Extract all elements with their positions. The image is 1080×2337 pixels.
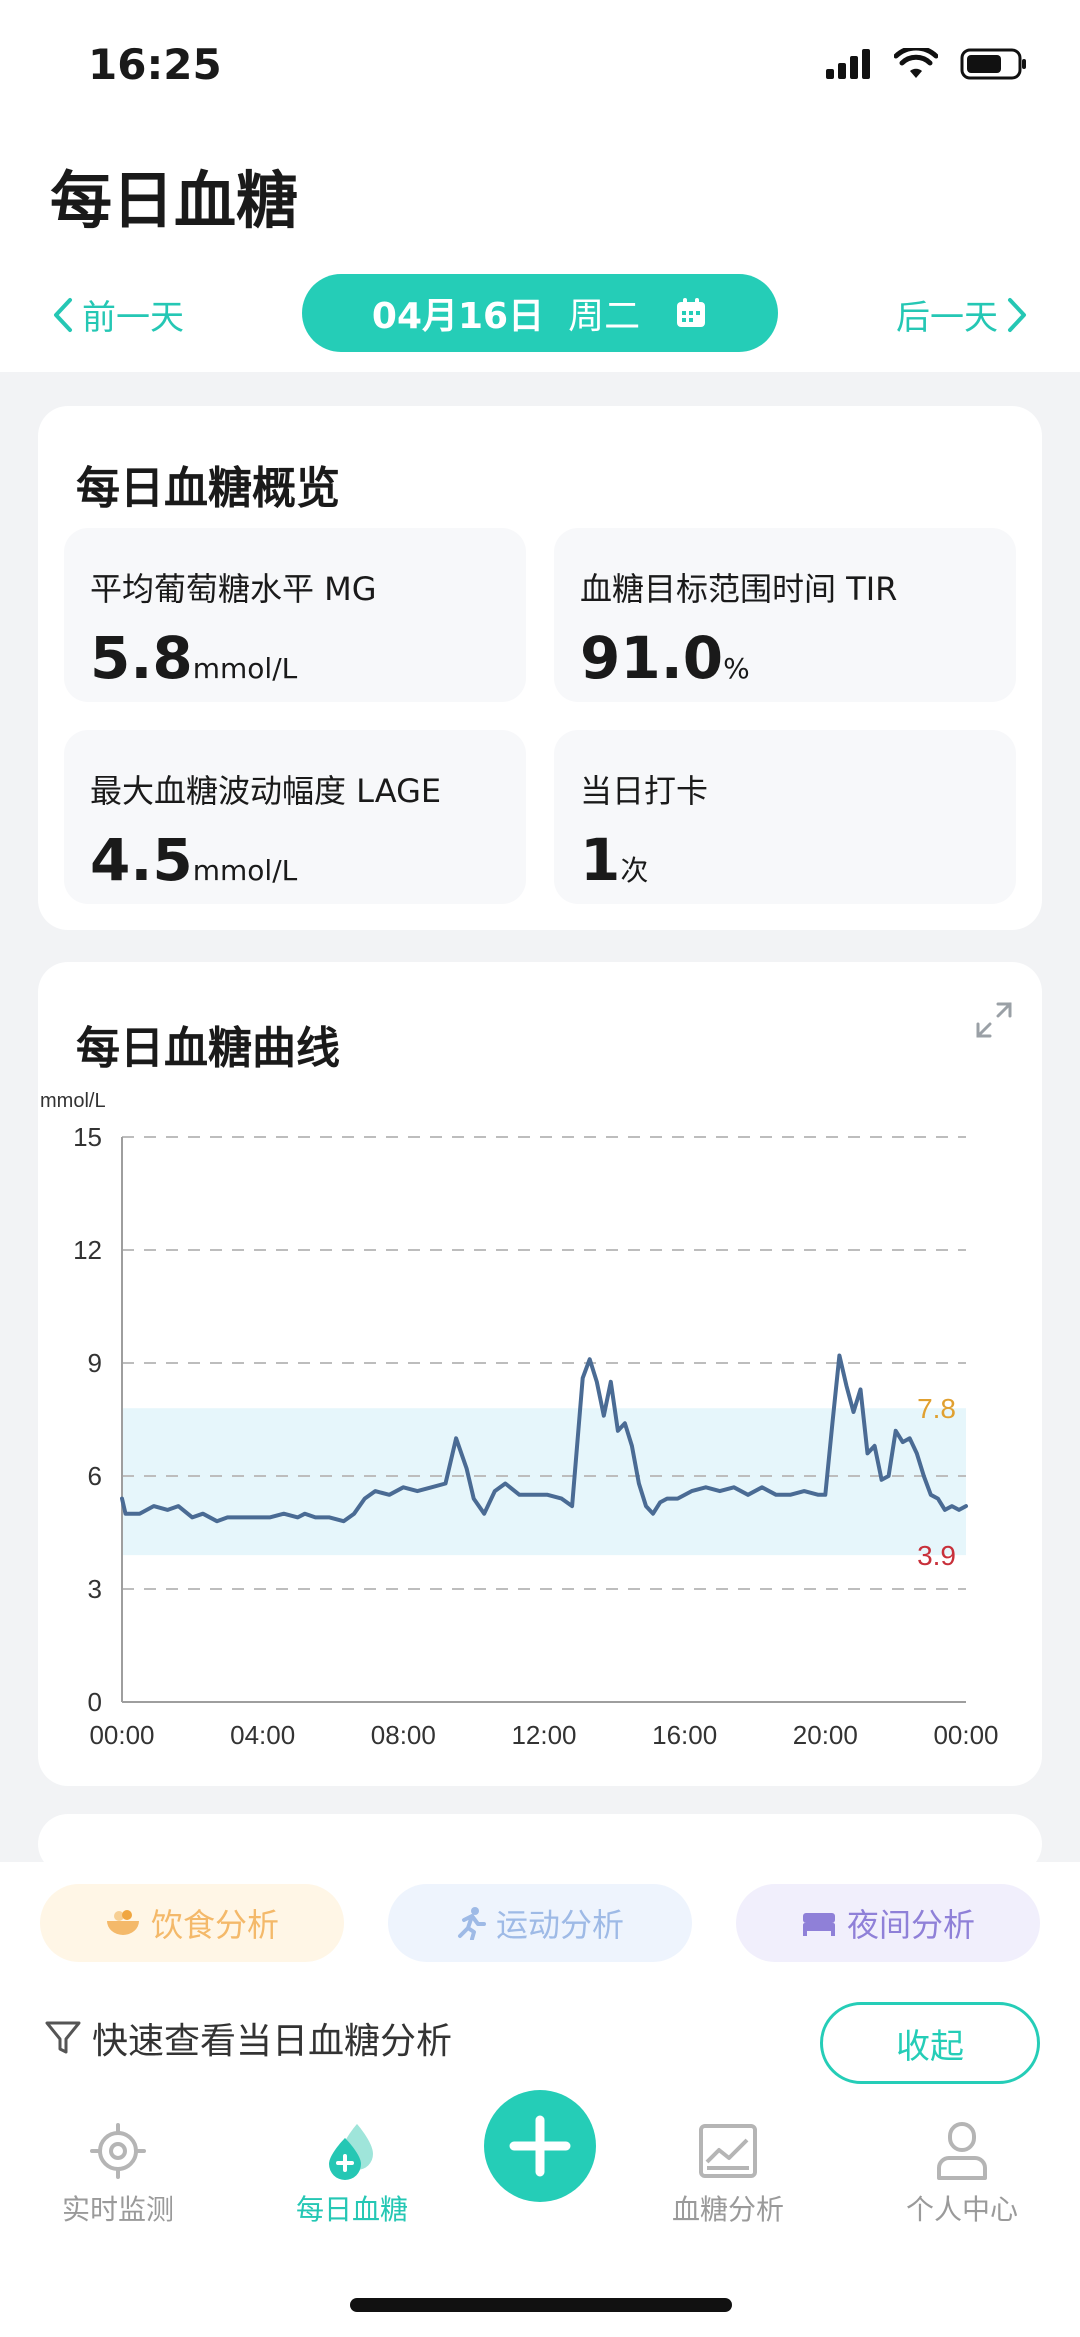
y-tick-label: 3 (88, 1574, 102, 1604)
metric-value: 5.8mmol/L (90, 624, 298, 692)
food-bowl-icon (106, 1910, 139, 1935)
x-tick-label: 04:00 (230, 1720, 295, 1750)
status-icons (826, 48, 1028, 80)
glucose-chart: mmol/L 0 3 6 9 12 15 00:00 04:00 08:00 12:00 16:00 2… (40, 1090, 999, 1750)
y-tick-label: 9 (88, 1348, 102, 1378)
page-title: 每日血糖 (50, 164, 299, 237)
y-tick-label: 6 (88, 1461, 102, 1491)
x-tick-label: 00:00 (933, 1720, 998, 1750)
reference-label: 7.8 (917, 1393, 956, 1424)
target-icon (90, 2123, 146, 2179)
next-day-button[interactable]: 后一天 (896, 290, 1028, 339)
status-time: 16:25 (88, 40, 222, 89)
chevron-left-icon (54, 297, 72, 332)
add-record-button[interactable] (484, 2090, 596, 2202)
metric-value: 91.0% (580, 624, 750, 692)
metric-checkins: 当日打卡 1次 (554, 730, 1016, 904)
quick-view-label: 快速查看当日血糖分析 (92, 2021, 453, 2062)
metric-mean-glucose: 平均葡萄糖水平 MG 5.8mmol/L (64, 528, 526, 702)
x-tick-label: 00:00 (89, 1720, 154, 1750)
bed-icon (802, 1913, 835, 1936)
plus-icon (509, 2115, 571, 2177)
x-tick-label: 20:00 (793, 1720, 858, 1750)
y-tick-label: 12 (73, 1235, 102, 1265)
y-tick-label: 0 (88, 1687, 102, 1717)
y-axis-unit: mmol/L (40, 1090, 106, 1112)
tab-daily-glucose[interactable]: 每日血糖 (244, 2122, 460, 2228)
battery-icon (960, 48, 1026, 80)
y-tick-label: 15 (73, 1122, 102, 1152)
x-tick-label: 12:00 (511, 1720, 576, 1750)
calendar-icon (677, 298, 706, 327)
chevron-right-icon (1008, 297, 1026, 332)
prev-day-button[interactable]: 前一天 (52, 290, 184, 339)
metric-value: 4.5mmol/L (90, 826, 298, 894)
filter-icon (45, 2021, 81, 2054)
user-icon (937, 2122, 987, 2180)
status-bar: 16:25 (0, 0, 1080, 120)
tab-glucose-analysis[interactable]: 血糖分析 (620, 2122, 836, 2228)
metric-label: 平均葡萄糖水平 MG (90, 570, 377, 608)
date-label: 04月16日 (371, 296, 545, 337)
blood-drop-icon (329, 2124, 373, 2180)
x-tick-label: 16:00 (652, 1720, 717, 1750)
signal-icon (826, 49, 870, 79)
overview-card: 每日血糖概览 平均葡萄糖水平 MG 5.8mmol/L 血糖目标范围时间 TIR… (38, 406, 1042, 930)
diet-analysis-chip[interactable]: 饮食分析 (40, 1884, 344, 1962)
wifi-icon (894, 48, 938, 78)
metric-tir: 血糖目标范围时间 TIR 91.0% (554, 528, 1016, 702)
date-picker[interactable]: 04月16日 周二 (302, 274, 778, 352)
tab-profile[interactable]: 个人中心 (854, 2122, 1070, 2228)
metric-value: 1次 (580, 826, 649, 894)
prev-day-label: 前一天 (82, 298, 184, 338)
next-day-label: 后一天 (896, 298, 998, 338)
tab-realtime[interactable]: 实时监测 (10, 2122, 226, 2228)
metric-label: 血糖目标范围时间 TIR (580, 570, 898, 608)
quick-view[interactable]: 快速查看当日血糖分析 (44, 2012, 452, 2064)
metric-label: 当日打卡 (580, 772, 709, 810)
glucose-curve-card: 每日血糖曲线 mmol/L 0 3 6 9 12 15 00:00 04:00 08:00 12:0… (38, 962, 1042, 1786)
reference-label: 3.9 (917, 1540, 956, 1571)
metric-label: 最大血糖波动幅度 LAGE (90, 772, 442, 810)
overview-title: 每日血糖概览 (76, 463, 340, 514)
date-navigation: 前一天 04月16日 周二 后一天 (0, 270, 1080, 356)
weekday-label: 周二 (568, 296, 641, 337)
x-tick-label: 08:00 (371, 1720, 436, 1750)
collapse-button[interactable]: 收起 (820, 2002, 1040, 2084)
target-range-band (122, 1408, 966, 1556)
night-analysis-chip[interactable]: 夜间分析 (736, 1884, 1040, 1962)
chart-icon (699, 2124, 757, 2178)
metric-lage: 最大血糖波动幅度 LAGE 4.5mmol/L (64, 730, 526, 904)
running-icon (457, 1907, 486, 1940)
exercise-analysis-chip[interactable]: 运动分析 (388, 1884, 692, 1962)
home-indicator (350, 2298, 732, 2312)
